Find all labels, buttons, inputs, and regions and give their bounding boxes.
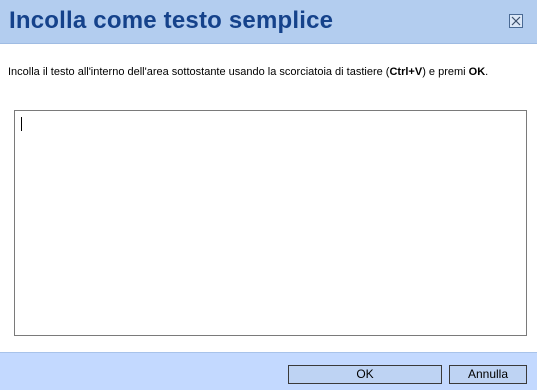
paste-textarea[interactable] bbox=[14, 110, 527, 336]
instructions-part2: ) e premi bbox=[422, 66, 469, 78]
instructions-text: Incolla il testo all'interno dell'area s… bbox=[8, 66, 508, 79]
paste-plain-text-dialog: Incolla come testo semplice Incolla il t… bbox=[0, 0, 537, 390]
ok-word: OK bbox=[468, 66, 486, 78]
instructions-part3: . bbox=[485, 66, 489, 78]
instructions-part1: Incolla il testo all'interno dell'area s… bbox=[8, 66, 390, 78]
cancel-button[interactable]: Annulla bbox=[449, 365, 527, 384]
dialog-titlebar[interactable]: Incolla come testo semplice bbox=[0, 0, 537, 44]
text-caret bbox=[21, 117, 22, 131]
close-icon bbox=[510, 15, 522, 27]
dialog-footer: OK Annulla bbox=[0, 352, 537, 390]
close-button[interactable] bbox=[509, 14, 523, 28]
shortcut-label: Ctrl+V bbox=[389, 66, 423, 78]
ok-button[interactable]: OK bbox=[288, 365, 442, 384]
dialog-title: Incolla come testo semplice bbox=[9, 7, 334, 34]
